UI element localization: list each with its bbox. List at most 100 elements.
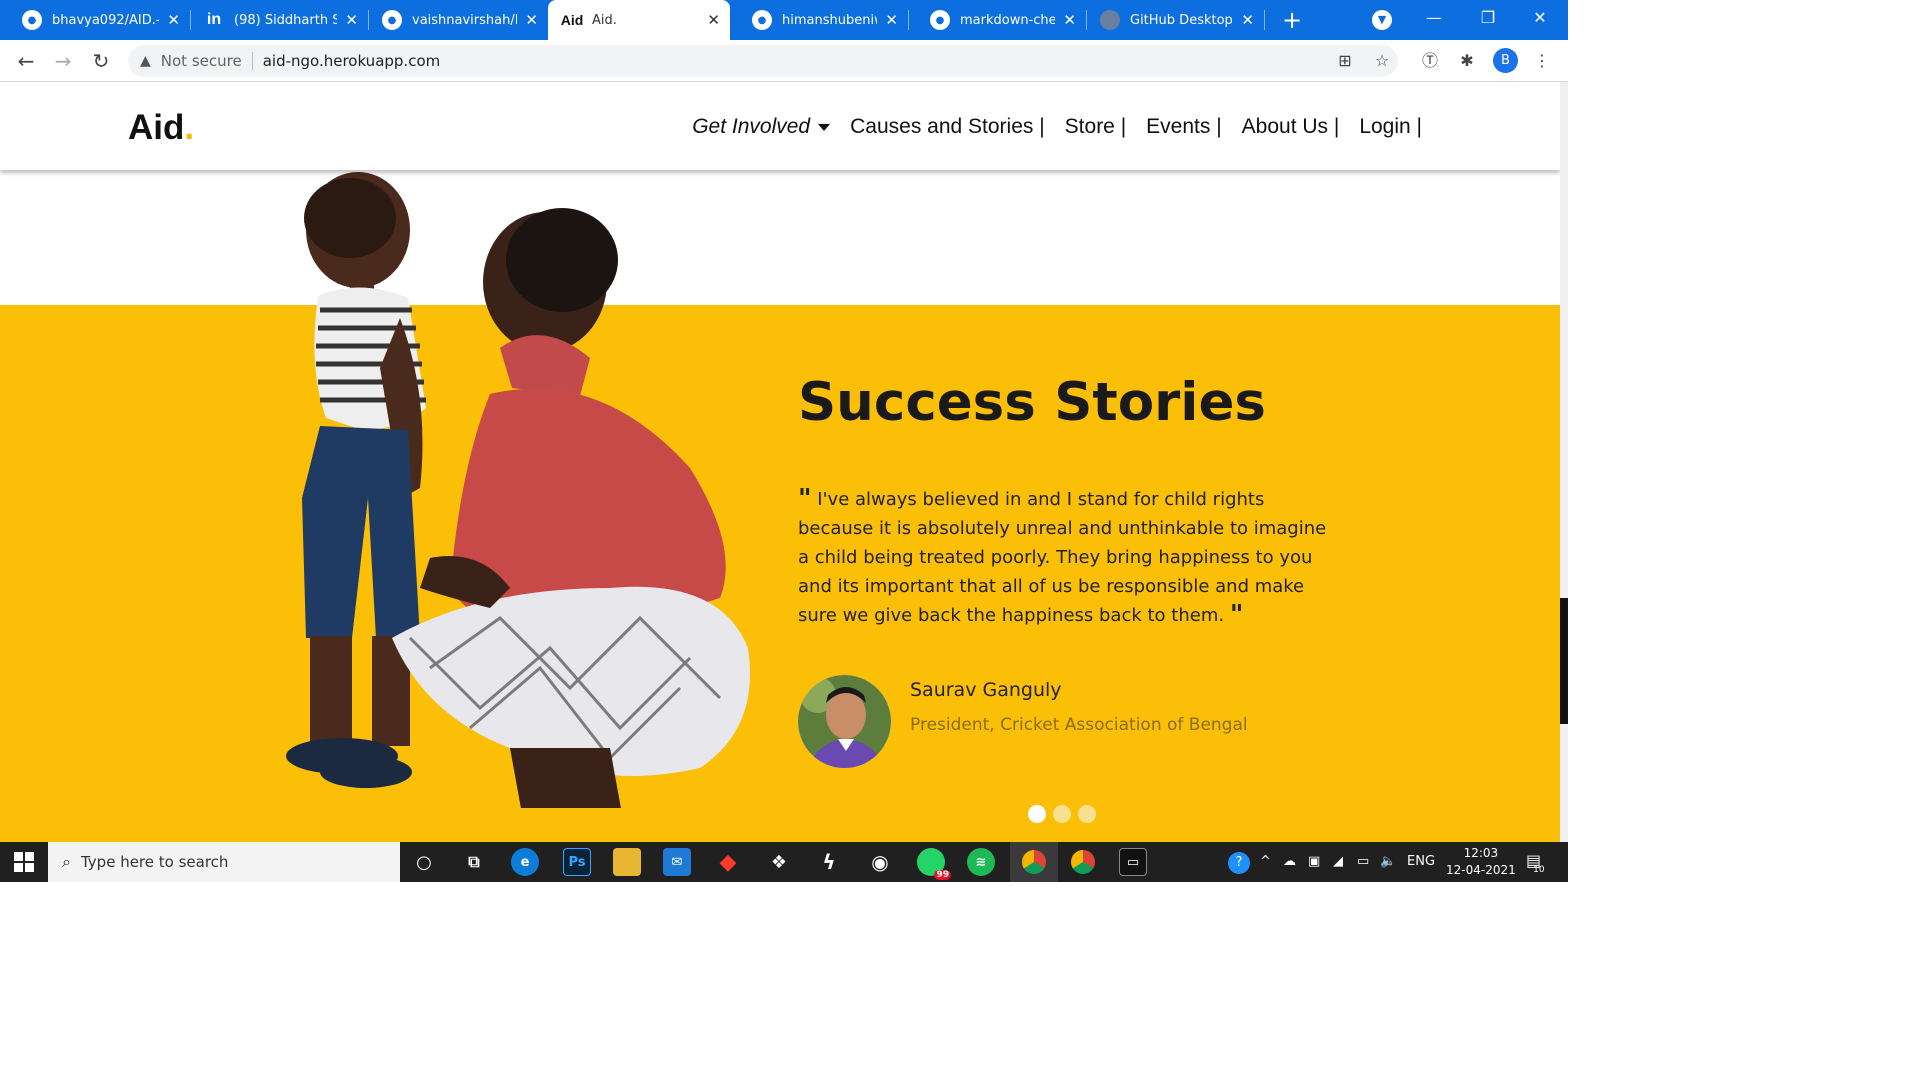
whatsapp-icon[interactable]: 99 (917, 848, 951, 880)
task-view-icon[interactable]: ⧉ (460, 848, 488, 876)
close-icon[interactable]: ✕ (885, 11, 898, 29)
mail-icon[interactable]: ✉ (663, 848, 691, 876)
carousel-dot[interactable] (1078, 805, 1096, 823)
spotify-icon[interactable]: ≋ (967, 848, 995, 876)
chrome-profile-icon[interactable] (1069, 848, 1097, 876)
close-icon[interactable]: ✕ (525, 11, 538, 29)
browser-tab-active[interactable]: Aid Aid. ✕ (548, 0, 730, 40)
bookmark-star-icon[interactable]: ☆ (1371, 50, 1393, 72)
carousel-dot[interactable] (1028, 805, 1046, 823)
battery-icon[interactable]: ▭ (1357, 854, 1369, 869)
back-icon[interactable]: ← (14, 49, 38, 73)
github-icon: ● (752, 10, 772, 30)
nav-events[interactable]: Events | (1146, 115, 1222, 139)
close-icon[interactable]: ✕ (345, 11, 358, 29)
testimonial-author: Saurav Ganguly President, Cricket Associ… (798, 675, 1398, 769)
nav-label: Get Involved (692, 115, 811, 138)
cortana-icon[interactable]: ○ (410, 848, 438, 876)
volume-icon[interactable]: 🔈 (1380, 854, 1396, 869)
photoshop-icon[interactable]: Ps (563, 848, 591, 876)
reload-icon[interactable]: ↻ (89, 49, 113, 73)
browser-tab[interactable]: ● bhavya092/AID.-N ✕ (0, 0, 190, 40)
site-header: Aid. Get Involved Causes and Stories | S… (0, 82, 1560, 170)
browser-tab[interactable]: in (98) Siddharth Sha ✕ (190, 0, 368, 40)
app-red-diamond-icon[interactable]: ◆ (714, 848, 742, 876)
carousel-indicators (1028, 805, 1103, 823)
restore-icon[interactable]: ❐ (1476, 8, 1500, 27)
linkedin-icon: in (206, 11, 222, 28)
nav-causes-and-stories[interactable]: Causes and Stories | (850, 115, 1045, 139)
dropbox-icon[interactable]: ❖ (765, 848, 793, 876)
security-label[interactable]: Not secure (161, 52, 242, 70)
windows-taskbar: ⌕ Type here to search ○ ⧉ e Ps ✉ ◆ ❖ ϟ ◉… (0, 842, 1568, 882)
caret-down-icon (818, 123, 831, 131)
nav-login[interactable]: Login | (1359, 115, 1422, 139)
menu-kebab-icon[interactable]: ⋮ (1531, 50, 1553, 72)
nav-get-involved[interactable]: Get Involved (692, 115, 831, 139)
close-window-icon[interactable]: ✕ (1528, 8, 1552, 27)
warning-icon[interactable]: ▲ (140, 53, 151, 69)
close-icon[interactable]: ✕ (1063, 11, 1076, 29)
help-icon[interactable]: ? (1228, 852, 1250, 874)
tab-title: bhavya092/AID.-N (52, 12, 160, 28)
language-indicator[interactable]: ENG (1407, 854, 1435, 869)
section-heading: Success Stories (798, 372, 1266, 433)
browser-tab-bar: ● bhavya092/AID.-N ✕ in (98) Siddharth S… (0, 0, 1568, 40)
author-role: President, Cricket Association of Bengal (910, 715, 1248, 735)
browser-tab[interactable]: ● vaishnavirshah/Fa ✕ (368, 0, 548, 40)
close-icon[interactable]: ✕ (167, 11, 180, 29)
show-hidden-icons[interactable]: ^ (1260, 854, 1271, 869)
edge-icon[interactable]: e (511, 848, 539, 876)
browser-tab[interactable]: GitHub Desktop | ✕ (1086, 0, 1264, 40)
browser-tab[interactable]: ● markdown-cheats ✕ (908, 0, 1086, 40)
notification-icon[interactable]: ▤10 (1526, 851, 1553, 875)
file-explorer-icon[interactable] (613, 848, 641, 876)
page-scrollbar[interactable] (1560, 82, 1568, 842)
translate-extension-icon[interactable]: Ⓣ (1419, 50, 1441, 72)
address-bar[interactable]: ▲ Not secure aid-ngo.herokuapp.com (128, 45, 1398, 77)
minimize-icon[interactable]: — (1422, 8, 1446, 27)
url-text[interactable]: aid-ngo.herokuapp.com (263, 52, 441, 70)
github-icon: ● (382, 10, 402, 30)
wifi-icon[interactable]: ◢ (1333, 854, 1343, 869)
taskbar-search-box[interactable]: ⌕ Type here to search (48, 842, 400, 882)
site-logo[interactable]: Aid. (128, 108, 194, 148)
carousel-dot[interactable] (1053, 805, 1071, 823)
tab-title: markdown-cheats (960, 12, 1056, 28)
web-page: Aid. Get Involved Causes and Stories | S… (0, 82, 1560, 842)
author-name: Saurav Ganguly (910, 679, 1062, 701)
tab-search-icon[interactable]: ▼ (1372, 10, 1392, 30)
taskbar-clock[interactable]: 12:03 12-04-2021 (1446, 845, 1516, 879)
bolt-app-icon[interactable]: ϟ (815, 848, 843, 876)
tab-title: (98) Siddharth Sha (234, 12, 338, 28)
chrome-icon-active[interactable] (1010, 842, 1058, 882)
forward-icon[interactable]: → (51, 49, 75, 73)
tab-title: himanshubeniwal/ (782, 12, 877, 28)
github-icon: ● (930, 10, 950, 30)
windows-start-icon[interactable] (14, 852, 34, 872)
scrollbar-thumb[interactable] (1560, 598, 1568, 724)
device-icon[interactable]: ▣ (1308, 854, 1320, 869)
new-tab-button[interactable]: + (1278, 6, 1306, 34)
github-icon: ● (22, 10, 42, 30)
terminal-icon[interactable]: ▭ (1119, 848, 1147, 876)
whatsapp-badge: 99 (934, 870, 951, 880)
profile-avatar[interactable]: B (1493, 48, 1518, 73)
nav-about-us[interactable]: About Us | (1242, 115, 1340, 139)
nav-store[interactable]: Store | (1065, 115, 1126, 139)
close-icon[interactable]: ✕ (707, 11, 720, 29)
mother-child-photo (286, 172, 750, 808)
github-desktop-icon (1100, 10, 1120, 30)
browser-tab[interactable]: ● himanshubeniwal/ ✕ (730, 0, 908, 40)
tab-title: GitHub Desktop | (1130, 12, 1234, 28)
close-icon[interactable]: ✕ (1241, 11, 1254, 29)
address-toolbar: ← → ↻ ▲ Not secure aid-ngo.herokuapp.com… (0, 40, 1568, 82)
onedrive-cloud-icon[interactable]: ☁ (1283, 854, 1296, 869)
media-player-icon[interactable]: ◉ (866, 848, 894, 876)
install-app-icon[interactable]: ⊞ (1334, 50, 1356, 72)
logo-text: Aid (128, 108, 185, 147)
search-placeholder: Type here to search (80, 853, 229, 871)
extensions-puzzle-icon[interactable]: ✱ (1456, 50, 1478, 72)
quote-text: I've always believed in and I stand for … (798, 489, 1327, 626)
notification-count: 10 (1533, 865, 1545, 875)
